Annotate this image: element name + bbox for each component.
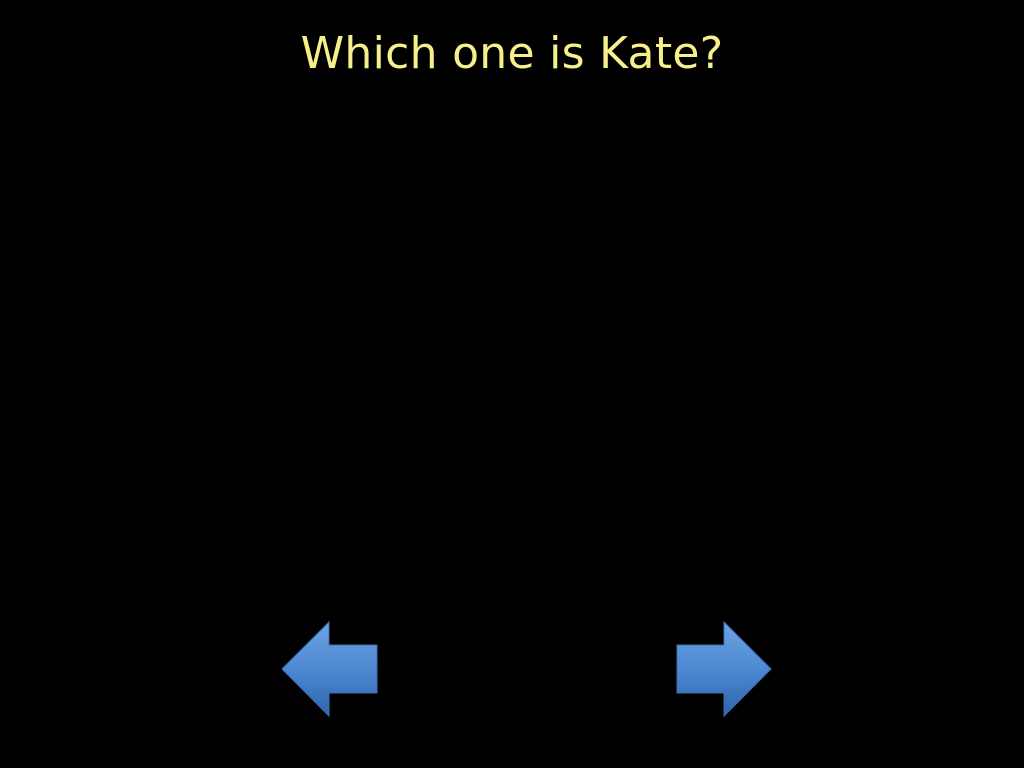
slide-title: Which one is Kate? [300, 28, 724, 79]
slide: Which one is Kate? [0, 0, 1024, 768]
arrow-left-icon [282, 620, 378, 718]
previous-slide-button[interactable] [282, 620, 378, 718]
next-slide-button[interactable] [676, 620, 772, 718]
arrow-right-icon [676, 620, 772, 718]
